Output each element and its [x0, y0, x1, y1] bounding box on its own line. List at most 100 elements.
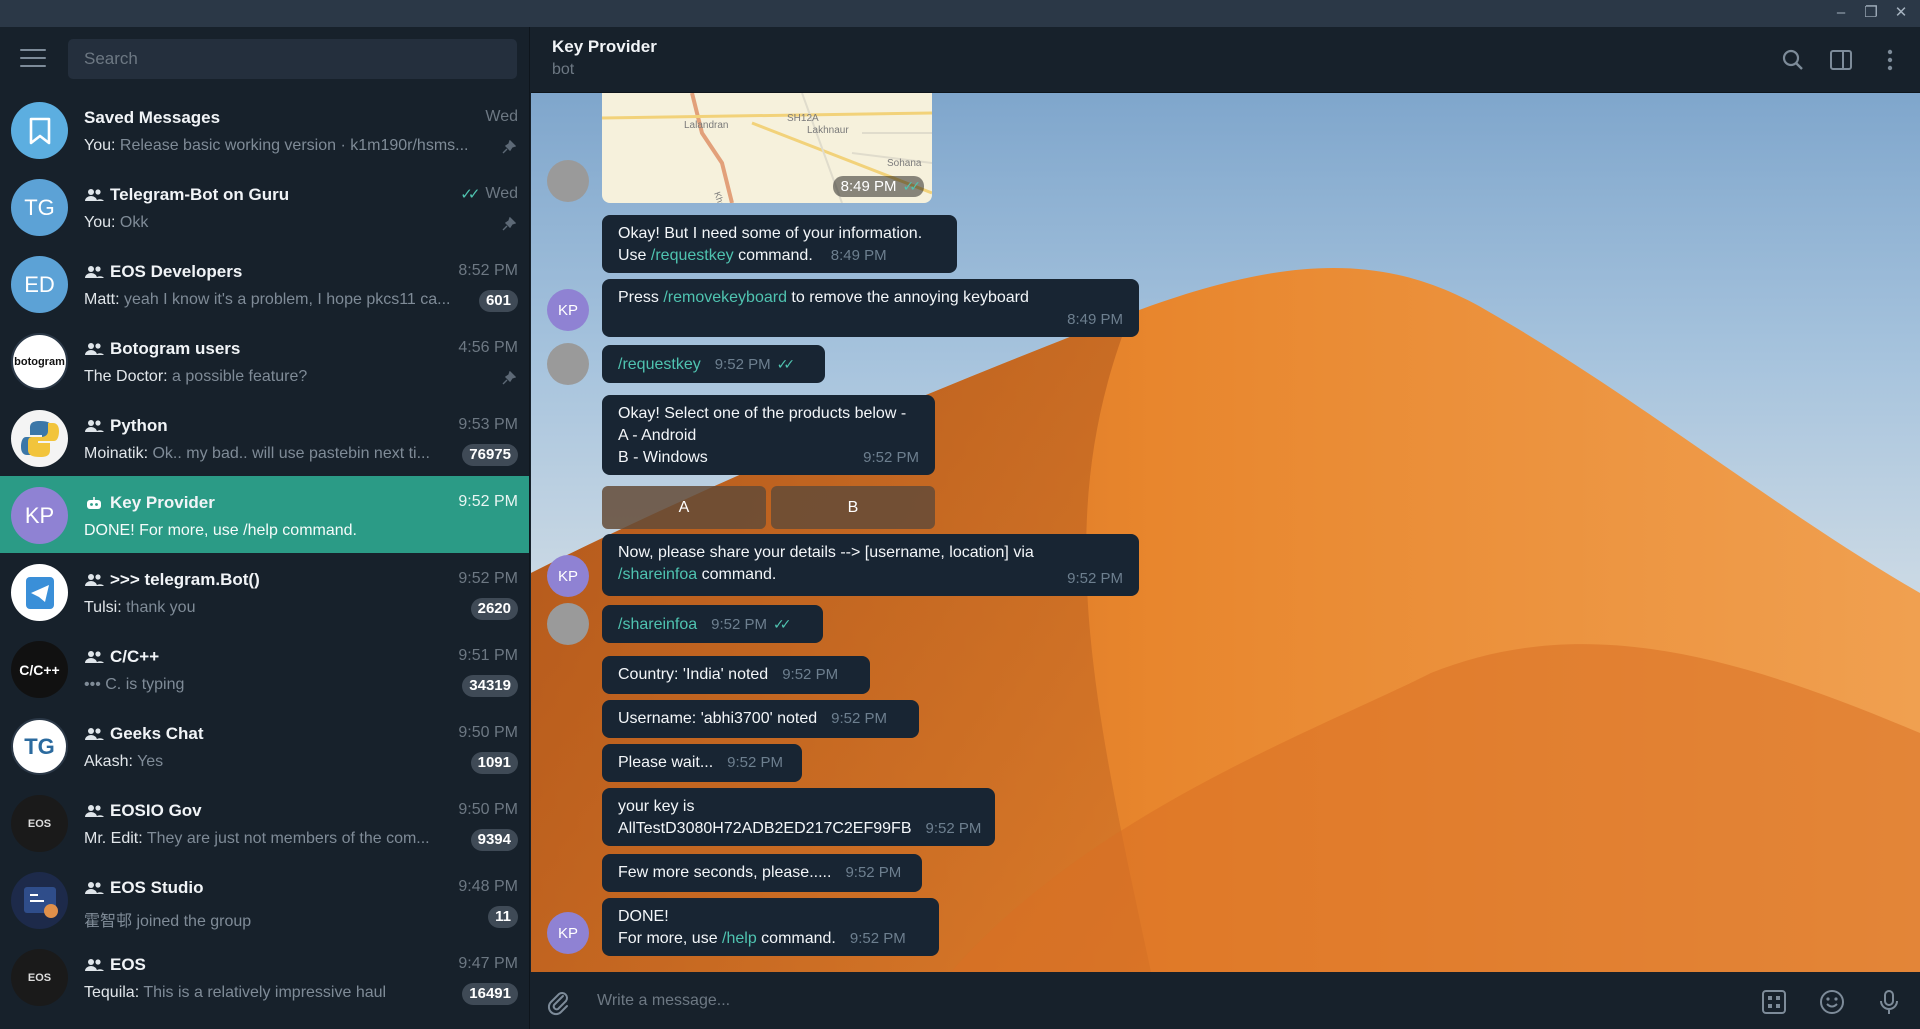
search-input[interactable] — [68, 39, 517, 79]
command-link[interactable]: /shareinfoa — [618, 566, 697, 583]
message-bubble[interactable]: Few more seconds, please..... 9:52 PM — [602, 854, 922, 892]
message-bubble[interactable]: Okay! Select one of the products below -… — [602, 395, 935, 475]
chat-item[interactable]: TG Telegram-Bot on Guru ✓✓ Wed You: Okk — [0, 168, 529, 245]
chat-item[interactable]: ED EOS Developers 8:52 PM Matt: yeah I know… — [0, 245, 529, 322]
message-text: For more, use /help command. 9:52 PM — [618, 930, 906, 947]
message-bubble[interactable]: Country: 'India' noted 9:52 PM — [602, 656, 870, 694]
chat-avatar: C/C++ — [11, 641, 68, 698]
chat-name: Key Provider — [84, 493, 215, 513]
chat-avatar — [11, 564, 68, 621]
message-text: Okay! Select one of the products below - — [618, 405, 907, 422]
emoji-icon[interactable] — [1818, 988, 1846, 1016]
eos-studio-logo-icon — [23, 886, 58, 918]
unread-badge: 11 — [488, 906, 518, 928]
attach-icon[interactable] — [544, 988, 572, 1016]
chat-item[interactable]: EOS Studio 9:48 PM 霍智邨 joined the group 11 — [0, 861, 529, 938]
chat-preview: Akash: Yes — [84, 753, 164, 770]
chat-time: 9:51 PM — [458, 647, 518, 664]
chat-name: Saved Messages — [84, 108, 221, 127]
command-link[interactable]: /shareinfoa — [618, 616, 697, 633]
message-time: 8:49 PM — [1067, 311, 1123, 328]
chat-avatar: ED — [11, 256, 68, 313]
command-link[interactable]: /requestkey — [618, 356, 701, 373]
chat-avatar: KP — [11, 487, 68, 544]
keyboard-button-a[interactable]: A — [602, 486, 766, 529]
message-bubble[interactable]: Please wait... 9:52 PM — [602, 744, 802, 782]
bookmark-icon — [29, 117, 50, 144]
compose-bar — [531, 972, 1920, 1029]
message-bubble[interactable]: your key is AllTestD3080H72ADB2ED217C2EF… — [602, 788, 995, 846]
message-bubble[interactable]: Username: 'abhi3700' noted 9:52 PM — [602, 700, 919, 738]
chat-item[interactable]: Saved Messages Wed You: Release basic work… — [0, 91, 529, 168]
bot-avatar[interactable]: KP — [547, 289, 589, 331]
user-avatar[interactable] — [547, 603, 589, 645]
message-bubble[interactable]: DONE! For more, use /help command. 9:52 P… — [602, 898, 939, 956]
minimize-button[interactable]: – — [1830, 3, 1852, 23]
window-titlebar: – ❐ ✕ — [0, 0, 1920, 27]
message-time: 9:52 PM — [711, 616, 768, 633]
sidebar-toggle-icon[interactable] — [1828, 47, 1854, 73]
bot-avatar[interactable]: KP — [547, 555, 589, 597]
user-avatar[interactable] — [547, 160, 589, 202]
message-bubble[interactable]: Press /removekeyboard to remove the anno… — [602, 279, 1139, 337]
chat-item[interactable]: EOS EOS 9:47 PM Tequila: This is a relative… — [0, 938, 529, 1015]
chat-avatar: EOS — [11, 949, 68, 1006]
pin-icon — [502, 140, 516, 154]
message-bubble[interactable]: Okay! But I need some of your informatio… — [602, 215, 957, 273]
chat-preview: The Doctor: a possible feature? — [84, 368, 308, 385]
chat-name: C/C++ — [84, 647, 159, 667]
message-bubble[interactable]: /shareinfoa 9:52 PM ✓✓ — [602, 605, 823, 643]
message-text: AllTestD3080H72ADB2ED217C2EF99FB 9:52 PM — [618, 820, 982, 837]
message-area[interactable]: Lalandran SH12A Lakhnaur Sohana Kharar 8… — [531, 93, 1920, 972]
pin-icon — [502, 217, 516, 231]
microphone-icon[interactable] — [1875, 988, 1903, 1016]
unread-badge: 76975 — [462, 444, 518, 466]
chat-item[interactable]: >>> telegram.Bot() 9:52 PM Tulsi: thank yo… — [0, 553, 529, 630]
map-label-3: Sohana — [887, 158, 922, 169]
unread-badge: 34319 — [462, 675, 518, 697]
message-time: 9:52 PM — [714, 356, 771, 373]
command-link[interactable]: /requestkey — [651, 247, 734, 264]
chat-time: 9:50 PM — [458, 801, 518, 818]
chat-preview: DONE! For more, use /help command. — [84, 522, 357, 539]
chat-preview: Moinatik: Ok.. my bad.. will use pastebi… — [84, 445, 430, 462]
user-avatar[interactable] — [547, 343, 589, 385]
chat-item[interactable]: Python 9:53 PM Moinatik: Ok.. my bad.. wil… — [0, 399, 529, 476]
chat-title[interactable]: Key Provider — [552, 37, 657, 57]
hamburger-menu-icon[interactable] — [20, 49, 46, 69]
message-bubble[interactable]: Now, please share your details --> [user… — [602, 534, 1139, 596]
bot-avatar[interactable]: KP — [547, 912, 589, 954]
chat-avatar — [11, 872, 68, 929]
chat-item[interactable]: TG Geeks Chat 9:50 PM Akash: Yes 1091 — [0, 707, 529, 784]
chat-item[interactable]: botogram Botogram users 4:56 PM The Doctor:… — [0, 322, 529, 399]
chat-time: 4:56 PM — [458, 339, 518, 356]
more-options-icon[interactable] — [1877, 47, 1903, 73]
chat-name: Telegram-Bot on Guru — [84, 185, 289, 205]
chat-time: 9:52 PM — [458, 493, 518, 510]
message-text: B - Windows 9:52 PM — [618, 447, 919, 469]
message-text: DONE! — [618, 908, 669, 925]
message-input[interactable] — [597, 986, 1697, 1016]
unread-badge: 16491 — [462, 983, 518, 1005]
restore-button[interactable]: ❐ — [1860, 3, 1882, 23]
message-bubble[interactable]: /requestkey 9:52 PM ✓✓ — [602, 345, 825, 383]
close-button[interactable]: ✕ — [1890, 3, 1912, 23]
group-icon — [85, 959, 104, 971]
map-label-2: Lakhnaur — [807, 125, 849, 136]
chat-item[interactable]: KP Key Provider 9:52 PM DONE! For more, use… — [0, 476, 529, 553]
command-link[interactable]: /removekeyboard — [663, 289, 787, 306]
group-icon — [85, 728, 104, 740]
message-text: Press /removekeyboard to remove the anno… — [618, 289, 1029, 306]
keyboard-button-b[interactable]: B — [771, 486, 935, 529]
chat-item[interactable]: EOS EOSIO Gov 9:50 PM Mr. Edit: They are ju… — [0, 784, 529, 861]
message-time: 8:49 PM — [830, 247, 887, 264]
bot-keyboard-icon[interactable] — [1760, 988, 1788, 1016]
chat-item[interactable]: C/C++ C/C++ 9:51 PM ••• C. is typing 34319 — [0, 630, 529, 707]
group-icon — [85, 805, 104, 817]
command-link[interactable]: /help — [722, 930, 757, 947]
map-label-0: Lalandran — [684, 120, 728, 131]
sidebar-header — [0, 27, 529, 91]
search-icon[interactable] — [1780, 47, 1806, 73]
chat-preview: Matt: yeah I know it's a problem, I hope… — [84, 291, 451, 308]
location-map[interactable]: Lalandran SH12A Lakhnaur Sohana Kharar 8… — [602, 93, 932, 203]
